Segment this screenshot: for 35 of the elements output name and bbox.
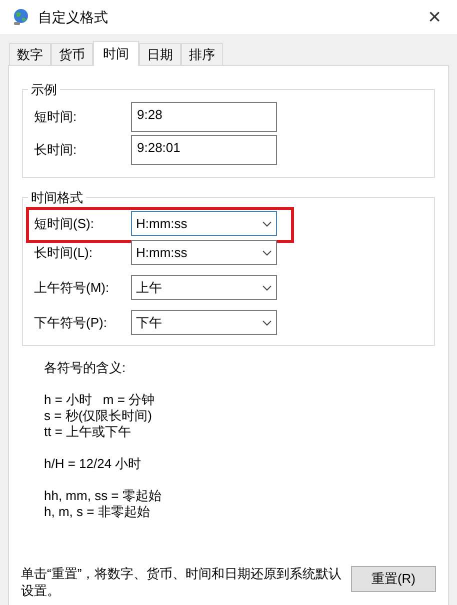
- format-dropdown[interactable]: 下午: [131, 310, 277, 335]
- chevron-down-icon: [262, 284, 272, 290]
- legend-line: tt = 上午或下午: [44, 424, 132, 440]
- field-label: 短时间:: [34, 108, 78, 126]
- tab[interactable]: 时间: [93, 41, 139, 66]
- time-field: 9:28: [131, 102, 277, 132]
- format-dropdown[interactable]: 上午: [131, 275, 277, 300]
- close-button[interactable]: ×: [424, 6, 445, 28]
- tab[interactable]: 货币: [51, 43, 93, 65]
- field-label: 长时间:: [34, 140, 78, 159]
- format-dropdown[interactable]: H:mm:ss: [131, 211, 277, 236]
- group-title: 示例: [30, 81, 58, 99]
- window-title: 自定义格式: [38, 8, 108, 26]
- reset-note: 单击“重置”，将数字、货币、时间和日期还原到系统默认设置。: [21, 565, 343, 599]
- tab[interactable]: 日期: [139, 43, 181, 65]
- chevron-down-icon: [262, 220, 272, 226]
- chevron-down-icon: [262, 320, 272, 326]
- field-label: 长时间(L):: [34, 244, 94, 262]
- format-dropdown[interactable]: H:mm:ss: [131, 240, 277, 265]
- group-title: 时间格式: [30, 188, 84, 206]
- field-label: 短时间(S):: [34, 214, 95, 233]
- field-label: 上午符号(M):: [34, 278, 110, 297]
- legend-line: s = 秒(仅限长时间): [44, 408, 153, 424]
- reset-button[interactable]: 重置(R): [351, 566, 436, 592]
- field-label: 下午符号(P):: [34, 314, 108, 332]
- legend-title: 各符号的含义:: [44, 360, 127, 376]
- globe-icon: [12, 8, 30, 26]
- legend-line: h = 小时 m = 分钟: [44, 392, 156, 408]
- legend-line: h/H = 12/24 小时: [44, 456, 142, 472]
- legend-line: hh, mm, ss = 零起始: [44, 488, 162, 504]
- time-field: 9:28:01: [131, 134, 277, 164]
- legend-line: h, m, s = 非零起始: [44, 504, 151, 520]
- chevron-down-icon: [262, 250, 272, 256]
- tab[interactable]: 排序: [181, 43, 223, 65]
- tab[interactable]: 数字: [9, 43, 51, 65]
